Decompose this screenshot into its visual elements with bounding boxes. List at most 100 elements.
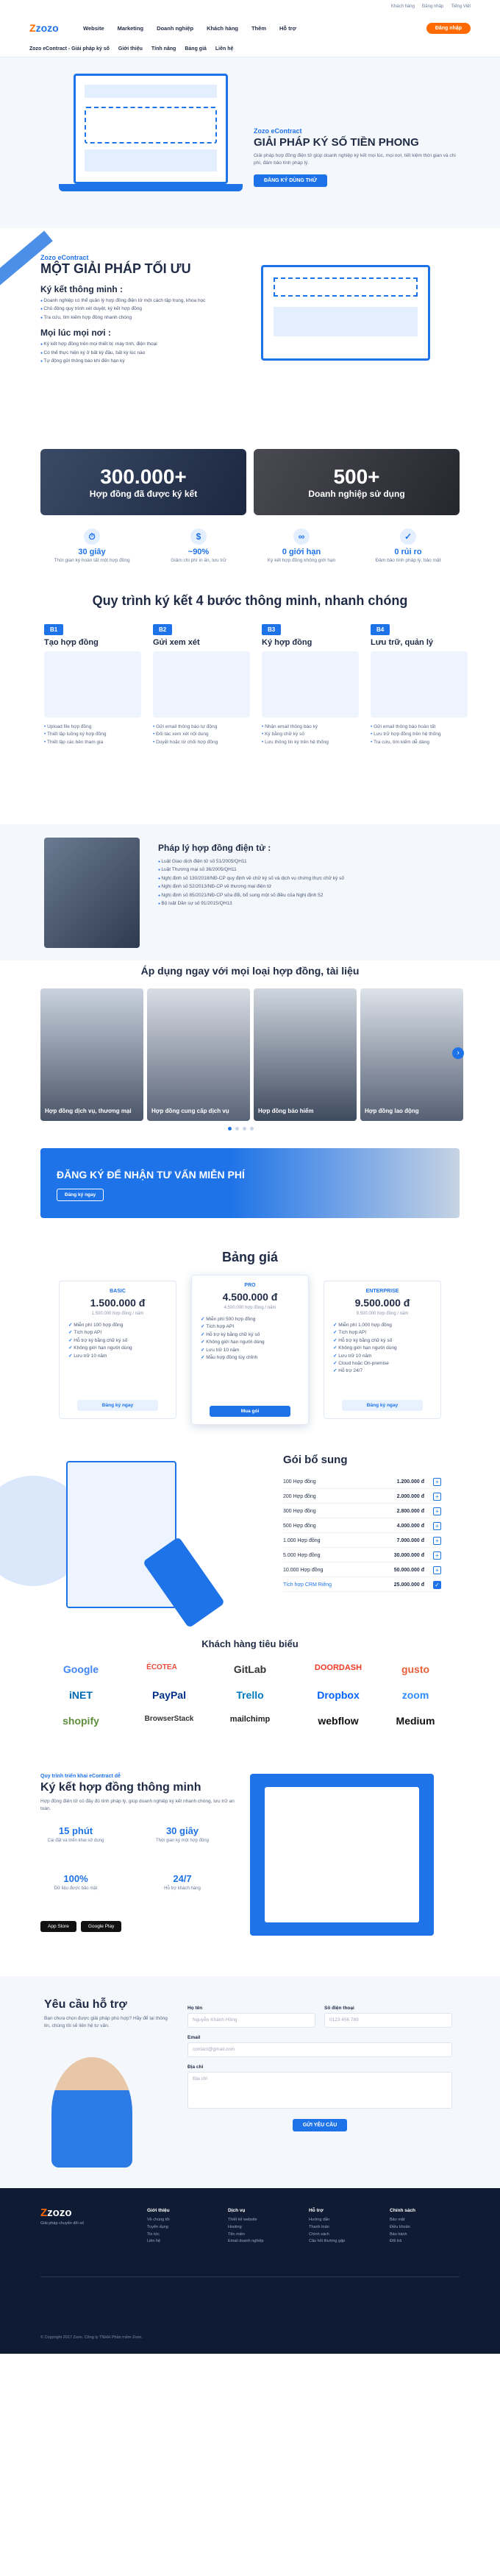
text-item: 4.000.000 đ — [396, 1524, 424, 1529]
text-item: Họ tên — [188, 2006, 203, 2011]
solution-eyebrow: Zozo eContract — [40, 254, 89, 261]
text-item[interactable]: Thiết kế website — [228, 2217, 264, 2224]
apply-title: Áp dụng ngay với mọi loại hợp đồng, tài … — [140, 965, 360, 977]
sub-nav: Zozo eContract - Giải pháp ký số Giới th… — [0, 41, 500, 57]
footer-logo[interactable]: Zzozo — [40, 2207, 72, 2219]
subnav-item[interactable]: Liên hệ — [215, 46, 234, 52]
menu-doanh-nghiep[interactable]: Doanh nghiệp — [157, 25, 193, 32]
plan-button[interactable]: Đăng ký ngay — [342, 1400, 423, 1411]
addon-section: Gói bổ sung 100 Hợp đồng 1.200.000 đ + 200… — [0, 1446, 500, 1634]
text-item: ENTERPRISE — [365, 1289, 399, 1294]
name-field[interactable]: Nguyễn Khánh Hồng — [188, 2013, 315, 2028]
carousel-dot[interactable] — [235, 1127, 239, 1130]
apply-card[interactable]: Hợp đồng dịch vụ, thương mại — [40, 988, 143, 1121]
apply-card[interactable]: Hợp đồng lao động — [360, 988, 463, 1121]
topbar-link[interactable]: Tiếng Việt — [451, 4, 471, 15]
text-item[interactable]: Hướng dẫn — [309, 2217, 345, 2224]
text-item[interactable]: Câu hỏi thường gặp — [309, 2238, 345, 2246]
addon-row: 500 Hợp đồng 4.000.000 đ + — [283, 1520, 441, 1533]
footer-col: Dịch vụ Thiết kế website Hosting Tên miền Em… — [228, 2207, 264, 2246]
chevron-right-icon[interactable]: › — [452, 1047, 464, 1059]
text-item[interactable]: Đổi trả — [390, 2238, 415, 2246]
text-item: Ký bằng chữ ký số — [262, 731, 359, 738]
carousel-dot[interactable] — [243, 1127, 246, 1130]
text-item[interactable]: Email doanh nghiệp — [228, 2238, 264, 2246]
text-item[interactable]: Liên hệ — [147, 2238, 170, 2246]
menu-website[interactable]: Website — [83, 25, 104, 32]
app-store-button[interactable]: App Store — [40, 1921, 76, 1932]
footer: Zzozo Giải pháp chuyển đổi số Giới thiệu… — [0, 2188, 500, 2354]
solution-title: MỘT GIẢI PHÁP TỐI ƯU — [40, 261, 191, 276]
client-logo: PayPal — [152, 1689, 186, 1701]
login-button[interactable]: Đăng nhập — [426, 22, 471, 34]
app-desc: Hợp đồng điện tử có đầy đủ tính pháp lý,… — [40, 1799, 235, 1811]
plus-icon[interactable]: + — [433, 1507, 441, 1515]
plan-button[interactable]: Đăng ký ngay — [77, 1400, 158, 1411]
phone-field[interactable]: 0123 456 789 — [324, 2013, 452, 2028]
subnav-item[interactable]: Giới thiệu — [118, 46, 143, 52]
menu-ho-tro[interactable]: Hỗ trợ — [279, 25, 296, 32]
support-desc: Bạn chưa chọn được giải pháp phù hợp? Hã… — [44, 2016, 168, 2028]
hero-cta-button[interactable]: Đăng ký dùng thử — [254, 174, 327, 187]
plus-icon[interactable]: + — [433, 1537, 441, 1545]
text-item[interactable]: Bảo hành — [390, 2232, 415, 2239]
plus-icon[interactable]: + — [433, 1566, 441, 1574]
subnav-item[interactable]: Bảng giá — [185, 46, 207, 52]
text-item: Gửi email thông báo tự động — [153, 723, 250, 731]
client-logo: zoom — [401, 1689, 429, 1701]
text-item: 300.000+ — [100, 465, 187, 488]
text-item: Lưu trữ hợp đồng trên hệ thống — [371, 731, 468, 738]
addon-row: 1.000 Hợp đồng 7.000.000 đ + — [283, 1535, 441, 1548]
apply-card[interactable]: Hợp đồng bảo hiểm — [254, 988, 357, 1121]
menu-them[interactable]: Thêm — [251, 25, 266, 32]
text-item[interactable]: Điều khoản — [390, 2224, 415, 2232]
subnav-item[interactable]: Zozo eContract - Giải pháp ký số — [29, 46, 110, 52]
address-field[interactable]: Địa chỉ — [188, 2072, 452, 2109]
text-item[interactable]: Tên miền — [228, 2232, 264, 2239]
text-item: Duyệt hoặc từ chối hợp đồng — [153, 739, 250, 746]
pricing-section: Bảng giá BASIC 1.500.000 đ 1.500.000 hợp đ… — [0, 1229, 500, 1446]
topbar-link[interactable]: Khách hàng — [391, 4, 415, 15]
plus-icon[interactable]: + — [433, 1493, 441, 1501]
text-item: Nghị định số 85/2021/NĐ-CP sửa đổi, bổ s… — [158, 891, 452, 899]
text-item: B3 — [262, 624, 282, 635]
logo[interactable]: Zzozo — [29, 22, 70, 34]
text-item: Tích hợp CRM Riêng — [283, 1582, 332, 1588]
text-item[interactable]: Chính sách — [309, 2232, 345, 2239]
app-stat: 100% Dữ liệu được bảo mật — [40, 1873, 111, 1891]
menu-khach-hang[interactable]: Khách hàng — [207, 25, 238, 32]
check-icon[interactable]: ✓ — [433, 1581, 441, 1589]
text-item: Thời gian ký hoàn tất một hợp đồng — [54, 558, 130, 563]
text-item: 1.000 Hợp đồng — [283, 1538, 321, 1543]
carousel-dot[interactable] — [228, 1127, 232, 1130]
subnav-item[interactable]: Tính năng — [151, 46, 176, 52]
plus-icon[interactable]: + — [433, 1522, 441, 1530]
client-logo: webflow — [318, 1715, 359, 1727]
text-item: 4.500.000 đ — [222, 1291, 278, 1303]
plan-button[interactable]: Mua gói — [210, 1406, 290, 1417]
text-item: Hỗ trợ 24/7 — [333, 1367, 432, 1375]
google-play-button[interactable]: Google Play — [80, 1921, 122, 1932]
plus-icon[interactable]: + — [433, 1478, 441, 1486]
text-item[interactable]: Tin tức — [147, 2232, 170, 2239]
text-item[interactable]: Bảo mật — [390, 2217, 415, 2224]
topbar-link[interactable]: Đăng nhập — [422, 4, 443, 15]
email-field[interactable]: contact@gmail.com — [188, 2042, 452, 2057]
solution-section: Zozo eContract MỘT GIẢI PHÁP TỐI ƯU Ký k… — [0, 228, 500, 449]
legal-section: Pháp lý hợp đồng điện tử : Luật Giao dịc… — [0, 824, 500, 960]
submit-button[interactable]: Gửi yêu cầu — [292, 2119, 348, 2131]
text-item: Số điện thoại — [324, 2006, 354, 2011]
text-item: Cloud hoặc On-premise — [333, 1360, 432, 1367]
pricing-title: Bảng giá — [221, 1250, 278, 1264]
text-item: 2.800.000 đ — [396, 1509, 424, 1514]
menu-marketing[interactable]: Marketing — [118, 25, 143, 32]
text-item[interactable]: Về chúng tôi — [147, 2217, 170, 2224]
text-item[interactable]: Hosting — [228, 2224, 264, 2232]
monitor-illustration — [261, 265, 430, 361]
text-item[interactable]: Tuyển dụng — [147, 2224, 170, 2232]
plus-icon[interactable]: + — [433, 1551, 441, 1560]
carousel-dot[interactable] — [250, 1127, 254, 1130]
banner-button[interactable]: Đăng ký ngay — [57, 1189, 104, 1201]
apply-card[interactable]: Hợp đồng cung cấp dịch vụ — [147, 988, 250, 1121]
text-item[interactable]: Thanh toán — [309, 2224, 345, 2232]
